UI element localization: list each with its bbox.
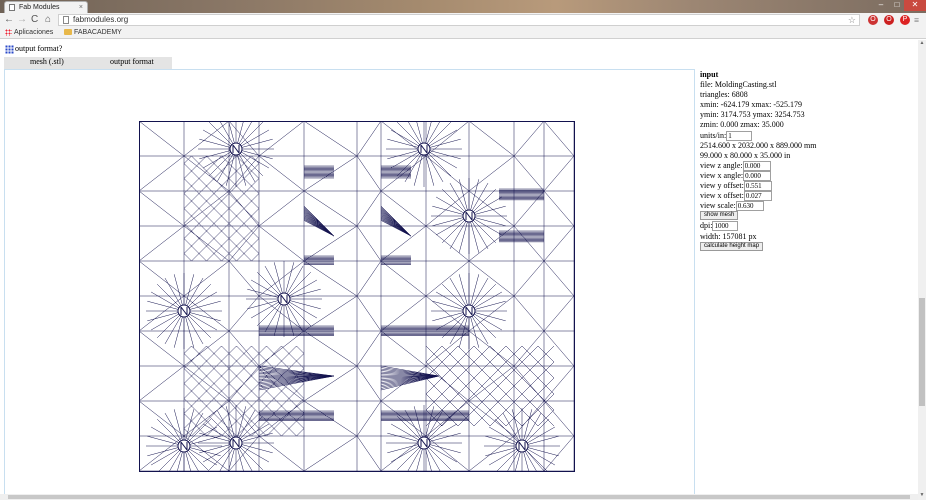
view-x-offset-row: view x offset: bbox=[700, 191, 915, 202]
z-range: zmin: 0.000 zmax: 35.000 bbox=[700, 120, 784, 130]
bookmarks-bar: Aplicaciones FABACADEMY bbox=[0, 27, 926, 39]
horizontal-scrollbar-thumb[interactable] bbox=[8, 495, 910, 499]
browser-tab[interactable]: Fab Modules × bbox=[4, 1, 88, 13]
tab-title: Fab Modules bbox=[19, 4, 60, 11]
bookmark-fabacademy[interactable]: FABACADEMY bbox=[74, 27, 122, 38]
view-x-offset-input[interactable] bbox=[743, 191, 772, 202]
y-range: ymin: 3174.753 ymax: 3254.753 bbox=[700, 110, 805, 120]
size-mm: 2514.600 x 2032.000 x 889.000 mm bbox=[700, 140, 817, 150]
page-icon bbox=[9, 4, 15, 11]
horizontal-scrollbar[interactable] bbox=[0, 494, 918, 500]
apps-grid-icon[interactable] bbox=[5, 29, 12, 36]
back-arrow-icon[interactable]: ← bbox=[4, 13, 14, 27]
format-tabs: mesh (.stl) output format bbox=[4, 57, 172, 69]
view-x-row: view x angle: bbox=[700, 170, 915, 181]
opera-extension-icon[interactable]: O bbox=[868, 15, 878, 25]
page-icon bbox=[63, 16, 69, 24]
fab-modules-logo-icon[interactable] bbox=[5, 45, 14, 54]
reload-icon[interactable]: C bbox=[31, 13, 38, 27]
minimize-button[interactable]: – bbox=[874, 0, 888, 11]
dpi-input[interactable] bbox=[712, 221, 739, 232]
show-mesh-row: show mesh bbox=[700, 211, 915, 221]
bookmark-apps[interactable]: Aplicaciones bbox=[14, 27, 53, 38]
home-icon[interactable]: ⌂ bbox=[45, 13, 51, 27]
maximize-button[interactable]: □ bbox=[890, 0, 904, 11]
tab-mesh-stl[interactable]: mesh (.stl) bbox=[30, 57, 64, 66]
browser-tabstrip: Fab Modules × – □ ✕ bbox=[0, 0, 926, 13]
info-panel: input file: MoldingCasting.stl triangles… bbox=[700, 70, 915, 252]
tab-output-format[interactable]: output format bbox=[110, 57, 154, 66]
opera-extension-icon[interactable]: O bbox=[884, 15, 894, 25]
view-z-label: view z angle: bbox=[700, 160, 743, 170]
bookmark-star-icon[interactable]: ☆ bbox=[848, 15, 856, 25]
browser-menu-icon[interactable]: ≡ bbox=[914, 14, 919, 26]
folder-icon[interactable] bbox=[64, 29, 72, 35]
mesh-viewport[interactable] bbox=[4, 69, 695, 495]
size-in: 99.000 x 80.000 x 35.000 in bbox=[700, 150, 791, 160]
dpi-label: dpi: bbox=[700, 221, 713, 231]
view-scale-label: view scale: bbox=[700, 201, 736, 211]
triangle-count: triangles: 6808 bbox=[700, 90, 748, 100]
calc-row: calculate height map bbox=[700, 241, 915, 252]
dpi-row: dpi: bbox=[700, 221, 915, 232]
view-scale-row: view scale: bbox=[700, 201, 915, 212]
output-format-question[interactable]: output format? bbox=[15, 43, 62, 55]
scroll-down-arrow-icon[interactable]: ▼ bbox=[918, 492, 926, 500]
scroll-up-arrow-icon[interactable]: ▲ bbox=[918, 40, 926, 48]
address-bar[interactable]: fabmodules.org ☆ bbox=[58, 14, 860, 26]
show-mesh-button[interactable]: show mesh bbox=[700, 211, 739, 221]
stl-mesh-render bbox=[139, 121, 575, 472]
view-y-offset-input[interactable] bbox=[743, 181, 772, 192]
tab-close-icon[interactable]: × bbox=[79, 2, 83, 13]
url-text[interactable]: fabmodules.org bbox=[73, 15, 128, 25]
vertical-scrollbar[interactable]: ▲ ▼ bbox=[918, 40, 926, 500]
pinterest-extension-icon[interactable]: P bbox=[900, 15, 910, 25]
view-x-label: view x angle: bbox=[700, 170, 744, 180]
view-scale-input[interactable] bbox=[735, 201, 764, 212]
calculate-height-map-button[interactable]: calculate height map bbox=[700, 241, 764, 251]
scrollbar-thumb[interactable] bbox=[919, 298, 925, 406]
browser-toolbar: ← → C ⌂ fabmodules.org ☆ O O P ≡ bbox=[0, 13, 926, 27]
view-x-offset-label: view x offset: bbox=[700, 191, 744, 201]
forward-arrow-icon[interactable]: → bbox=[17, 13, 27, 27]
view-y-offset-label: view y offset: bbox=[700, 181, 744, 191]
file-name: file: MoldingCasting.stl bbox=[700, 80, 777, 90]
view-z-row: view z angle: bbox=[700, 160, 915, 171]
width-text: width: 157081 px bbox=[700, 231, 757, 241]
x-range: xmin: -624.179 xmax: -525.179 bbox=[700, 100, 802, 110]
close-window-button[interactable]: ✕ bbox=[904, 0, 926, 11]
view-y-offset-row: view y offset: bbox=[700, 181, 915, 192]
units-row: units/in: bbox=[700, 130, 915, 141]
units-label: units/in: bbox=[700, 130, 727, 140]
view-z-input[interactable] bbox=[742, 160, 771, 171]
units-input[interactable] bbox=[726, 130, 753, 141]
info-heading: input bbox=[700, 70, 719, 79]
view-x-input[interactable] bbox=[743, 170, 772, 181]
